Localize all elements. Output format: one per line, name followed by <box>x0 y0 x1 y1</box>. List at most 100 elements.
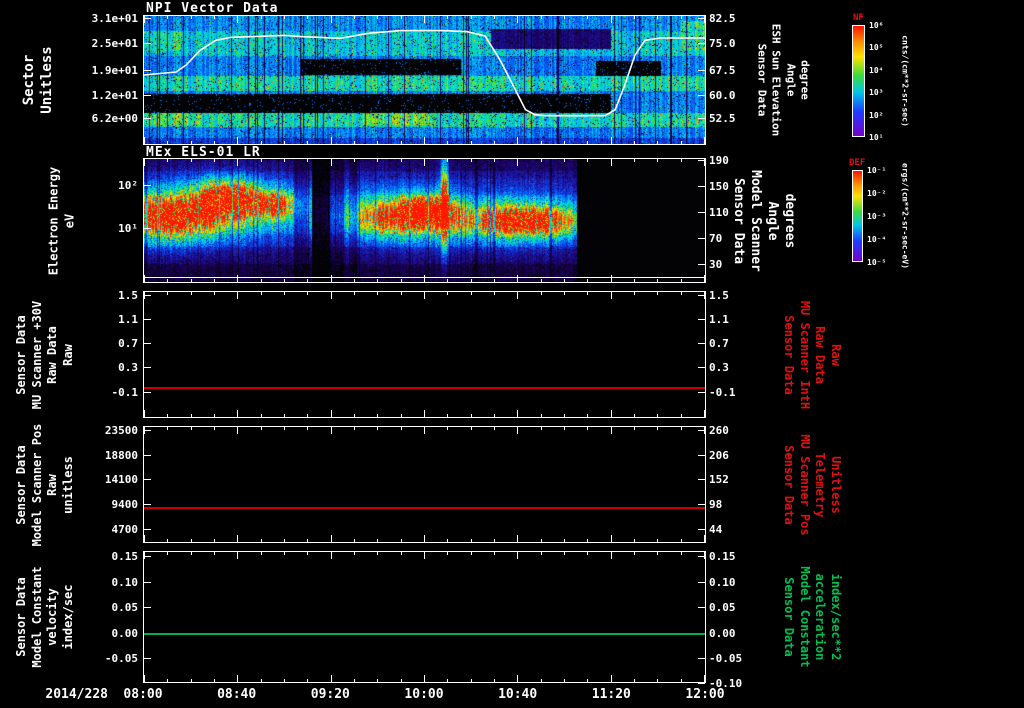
y-axis-tick-right <box>698 582 705 583</box>
x-axis-tick <box>191 141 192 144</box>
x-axis-tick <box>471 427 472 430</box>
x-axis-tick <box>167 279 168 282</box>
x-axis-tick <box>681 414 682 417</box>
y-tick-label-left: 10² <box>118 179 138 192</box>
x-axis-tick <box>704 137 705 144</box>
x-axis-tick <box>167 679 168 682</box>
y-axis-tick-right <box>698 238 705 239</box>
x-axis-tick <box>354 279 355 282</box>
x-axis-tick <box>307 141 308 144</box>
y-tick-label-left: 10¹ <box>118 222 138 235</box>
x-axis-tick <box>354 292 355 295</box>
y-axis-label-left-npi-vector-data: Sector Unitless <box>20 46 55 114</box>
x-axis-tick <box>167 16 168 19</box>
x-axis-tick <box>587 279 588 282</box>
def-colorbar-tick-label: 10⁻⁴ <box>867 235 887 244</box>
x-axis-tick <box>377 16 378 19</box>
x-axis-tick <box>564 679 565 682</box>
x-axis-tick <box>401 414 402 417</box>
x-axis-tick <box>494 414 495 417</box>
x-axis-tick <box>564 279 565 282</box>
panel-frame-model-scanner-pos <box>143 426 706 543</box>
y-tick-label-right: 152 <box>709 473 729 486</box>
x-axis-tick <box>494 679 495 682</box>
nf-colorbar-tick-label: 10⁶ <box>869 21 884 30</box>
y-axis-tick-right <box>698 95 705 96</box>
nf-colorbar-tick-label: 10⁵ <box>869 43 884 53</box>
x-axis-tick <box>261 414 262 417</box>
x-axis-tick <box>307 292 308 295</box>
y-tick-label-left: 0.10 <box>111 576 139 589</box>
x-axis-tick <box>261 16 262 19</box>
time-tick-label: 08:40 <box>217 687 257 702</box>
x-axis-tick <box>167 292 168 295</box>
x-axis-tick <box>681 159 682 162</box>
def-colorbar-units: ergs/(cm**2-sr-sec-eV) <box>900 163 910 269</box>
x-axis-tick <box>447 427 448 430</box>
y-tick-label-left: 0.05 <box>111 601 139 614</box>
y-axis-label-left-model-scanner-pos: Sensor Data Model Scanner Pos Raw unitle… <box>13 423 75 546</box>
x-axis-tick <box>517 159 518 166</box>
y-axis-tick-left <box>144 295 151 296</box>
def-colorbar-tick-label: 10⁻⁵ <box>867 258 887 267</box>
def-colorbar-title: DEF <box>849 158 866 168</box>
x-axis-tick <box>307 679 308 682</box>
x-axis-tick <box>611 410 612 417</box>
y-axis-tick-left <box>144 18 151 19</box>
x-axis-tick <box>284 539 285 542</box>
x-axis-tick <box>307 427 308 430</box>
x-axis-tick <box>261 679 262 682</box>
x-axis-tick <box>611 159 612 166</box>
x-axis-tick <box>354 679 355 682</box>
y-tick-label-left: 1.2e+01 <box>91 89 138 102</box>
x-axis-tick <box>587 16 588 19</box>
x-axis-tick <box>354 552 355 555</box>
time-tick-label: 10:40 <box>498 687 538 702</box>
x-axis-tick <box>284 679 285 682</box>
y-axis-tick-right <box>698 504 705 505</box>
x-axis-tick <box>681 427 682 430</box>
x-axis-tick <box>564 292 565 295</box>
x-axis-tick <box>517 292 518 299</box>
y-tick-label-left: -0.05 <box>104 652 138 665</box>
y-axis-tick-left <box>144 228 151 229</box>
x-axis-tick <box>144 159 145 166</box>
x-axis-tick <box>401 679 402 682</box>
nf-colorbar-units: cnts/(cm**2-sr-sec) <box>900 35 910 127</box>
y-tick-label-right: 98 <box>709 498 723 511</box>
x-axis-tick <box>167 552 168 555</box>
x-axis-tick <box>541 552 542 555</box>
x-axis-tick <box>307 539 308 542</box>
x-axis-tick <box>331 552 332 559</box>
x-axis-tick <box>354 539 355 542</box>
x-axis-tick <box>657 679 658 682</box>
x-axis-tick <box>284 414 285 417</box>
x-axis-tick <box>214 427 215 430</box>
x-axis-tick <box>424 675 425 682</box>
x-axis-tick <box>284 552 285 555</box>
x-axis-tick <box>587 292 588 295</box>
y-tick-label-right: 0.05 <box>709 601 736 614</box>
y-axis-tick-left <box>144 343 151 344</box>
y-axis-tick-right <box>698 212 705 213</box>
x-axis-tick <box>447 292 448 295</box>
x-axis-tick <box>657 427 658 430</box>
x-axis-tick <box>634 414 635 417</box>
y-axis-tick-left <box>144 95 151 96</box>
x-axis-tick <box>377 679 378 682</box>
x-axis-tick <box>377 279 378 282</box>
x-axis-tick <box>214 414 215 417</box>
x-axis-tick <box>471 679 472 682</box>
x-axis-tick <box>611 137 612 144</box>
x-axis-tick <box>377 414 378 417</box>
x-axis-tick <box>144 675 145 682</box>
y-axis-tick-right <box>698 430 705 431</box>
els-baseline-line <box>144 277 705 278</box>
x-axis-tick <box>144 137 145 144</box>
x-axis-tick <box>331 410 332 417</box>
y-tick-label-left: 3.1e+01 <box>91 12 138 25</box>
y-tick-label-right: 260 <box>709 424 729 437</box>
x-axis-tick <box>331 137 332 144</box>
y-axis-tick-right <box>698 392 705 393</box>
y-axis-tick-left <box>144 582 151 583</box>
